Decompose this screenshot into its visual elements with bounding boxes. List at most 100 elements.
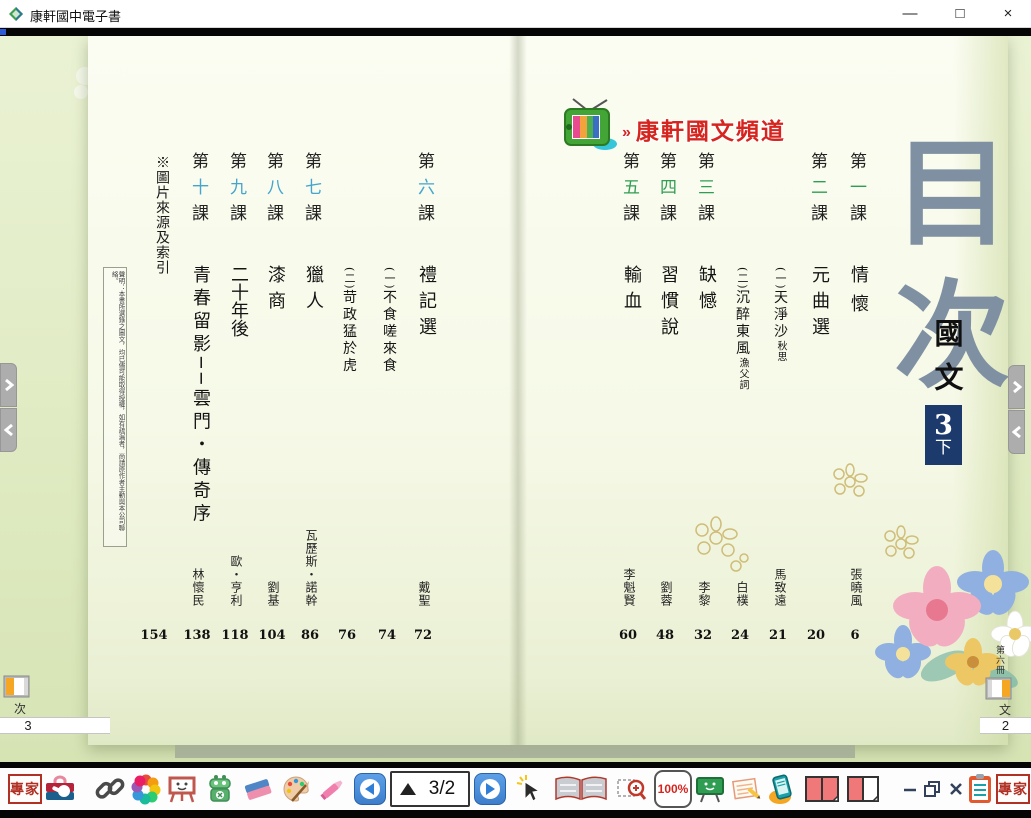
image-credits-index: ※圖片來源及索引 — [152, 155, 172, 275]
lesson-1-author: 張曉風 — [848, 568, 865, 607]
next-triangle-icon — [486, 783, 495, 795]
lesson-5-label: 第五課 — [617, 152, 642, 230]
flip-back-button[interactable] — [0, 408, 17, 452]
lesson-2-title: 元曲選 — [806, 265, 832, 343]
page-bottom-scrollbar[interactable] — [175, 745, 855, 758]
page-indicator-value[interactable]: 3/2 — [416, 778, 468, 800]
zoom-area-icon[interactable] — [616, 773, 648, 805]
volume-number: 3 — [934, 412, 953, 439]
lesson-7-page: 86 — [288, 628, 332, 643]
lesson-3-author: 李黎 — [696, 581, 713, 607]
lesson-7-author: 瓦歷斯・諾幹 — [303, 529, 320, 607]
page-up-icon[interactable] — [400, 783, 416, 795]
cover-tab-label[interactable]: 文 — [999, 701, 1011, 718]
cursor-icon[interactable] — [514, 773, 546, 805]
maximize-button[interactable]: □ — [945, 3, 975, 25]
toolbox-icon[interactable] — [44, 773, 76, 805]
window-title: 康軒國中電子書 — [30, 6, 121, 25]
clipboard-icon[interactable] — [966, 773, 994, 805]
lesson-2-page: 20 — [794, 628, 838, 643]
palette-icon[interactable] — [280, 773, 312, 805]
lesson-10-author: 林懷民 — [190, 568, 207, 607]
expert-mode-button-left[interactable]: 專家 — [8, 774, 42, 804]
color-wheel-icon[interactable] — [130, 773, 162, 805]
toolbar: 專家 — [0, 768, 1031, 810]
link-icon[interactable] — [94, 773, 126, 805]
chalkboard-icon[interactable] — [694, 773, 726, 805]
subject-title: 國文 — [926, 318, 968, 406]
lesson-2-subitem-2-author: 白樸 — [734, 581, 751, 607]
open-book-icon[interactable] — [552, 773, 610, 805]
copyright-disclaimer: 聲明：本書所選錄之圖文，均已儘可能取得授權，如有疏漏者，尚請原作者主動與本公司聯… — [103, 267, 127, 547]
ebook-app: 康軒國中電子書 — □ × — [0, 0, 1031, 818]
lesson-9-page: 118 — [213, 628, 257, 643]
lesson-9-label: 第九課 — [224, 152, 249, 230]
toolbar-minimize-icon[interactable] — [900, 779, 920, 799]
lesson-3-title: 缺憾 — [693, 265, 719, 317]
eraser-icon[interactable] — [242, 773, 274, 805]
lesson-4-author: 劉蓉 — [658, 581, 675, 607]
flip-back-button-right[interactable] — [1008, 410, 1025, 454]
lesson-4-title: 習慣說 — [655, 265, 681, 343]
lesson-2-label: 第二課 — [805, 152, 830, 230]
lesson-7-label: 第七課 — [299, 152, 324, 230]
lesson-2-subitem-1-author: 馬致遠 — [772, 568, 789, 607]
lesson-10-page: 138 — [175, 628, 219, 643]
toolbar-restore-icon[interactable] — [922, 779, 942, 799]
lesson-9-title: 二十年後 — [225, 265, 251, 337]
lesson-7-title: 獵人 — [300, 265, 326, 317]
flip-forward-button[interactable] — [0, 363, 17, 407]
minimize-button[interactable]: — — [895, 3, 925, 25]
page-spine — [509, 36, 527, 745]
lesson-5-title: 輸血 — [618, 265, 644, 317]
worksheet-icon[interactable] — [730, 773, 762, 805]
robot-bin-icon[interactable] — [204, 773, 236, 805]
page-indicator[interactable]: 3/2 — [390, 771, 470, 807]
mobile-sync-icon[interactable] — [766, 773, 798, 805]
zoom-level-button[interactable]: 100% — [654, 770, 692, 808]
lesson-6-subitem-1: (一)不食嗟來食 — [379, 267, 399, 375]
dual-page-icon[interactable] — [804, 773, 842, 805]
lesson-1-label: 第一課 — [844, 152, 869, 230]
next-page-button[interactable] — [474, 773, 506, 805]
toc-tab-page-number: 3 — [0, 717, 56, 734]
highlighter-icon[interactable] — [316, 773, 348, 805]
channel-label: 康軒國文頻道 — [636, 118, 786, 144]
viewer-right-margin — [1026, 36, 1031, 762]
lesson-3-page: 32 — [681, 628, 725, 643]
toc-tab-book-icon[interactable] — [3, 675, 31, 700]
lesson-1-title: 情懷 — [845, 265, 871, 323]
whiteboard-icon[interactable] — [166, 773, 198, 805]
divider — [0, 810, 1031, 818]
single-page-icon[interactable] — [846, 773, 882, 805]
close-button[interactable]: × — [993, 3, 1023, 25]
lesson-2-subitem-1: (一)天淨沙秋思 — [770, 267, 790, 363]
toc-tab-label[interactable]: 次 — [14, 700, 26, 717]
app-logo-icon — [8, 6, 24, 22]
lesson-10-label: 第十課 — [186, 152, 211, 230]
lesson-6-title: 禮記選 — [413, 265, 439, 343]
lesson-1-page: 6 — [833, 628, 877, 643]
lesson-2-subitem-2: (二)沉醉東風漁父詞 — [732, 267, 752, 391]
prev-triangle-icon — [365, 783, 374, 795]
lesson-3-label: 第三課 — [692, 152, 717, 230]
volume-badge: 3 下 — [925, 405, 962, 465]
lesson-8-label: 第八課 — [261, 152, 286, 230]
lesson-5-author: 李魁賢 — [621, 568, 638, 607]
image-credits-index-page: 154 — [132, 628, 176, 643]
title-bar: 康軒國中電子書 — □ × — [0, 0, 1031, 28]
channel-banner[interactable]: »康軒國文頻道 — [622, 112, 786, 146]
decoration — [0, 29, 6, 35]
lesson-8-author: 劉基 — [265, 581, 282, 607]
cover-tab-page-number: 2 — [980, 717, 1031, 734]
flip-forward-button-right[interactable] — [1008, 365, 1025, 409]
cover-tab-book-icon[interactable] — [985, 677, 1013, 702]
lesson-6-author: 戴聖 — [416, 581, 433, 607]
toolbar-close-icon[interactable] — [946, 779, 966, 799]
prev-page-button[interactable] — [354, 773, 386, 805]
expert-mode-button-right[interactable]: 專家 — [996, 774, 1030, 804]
lesson-6-label: 第六課 — [412, 152, 437, 230]
lesson-9-author: 歐・亨利 — [228, 555, 245, 607]
volume-suffix: 下 — [935, 439, 952, 458]
lesson-8-title: 漆商 — [262, 265, 288, 317]
